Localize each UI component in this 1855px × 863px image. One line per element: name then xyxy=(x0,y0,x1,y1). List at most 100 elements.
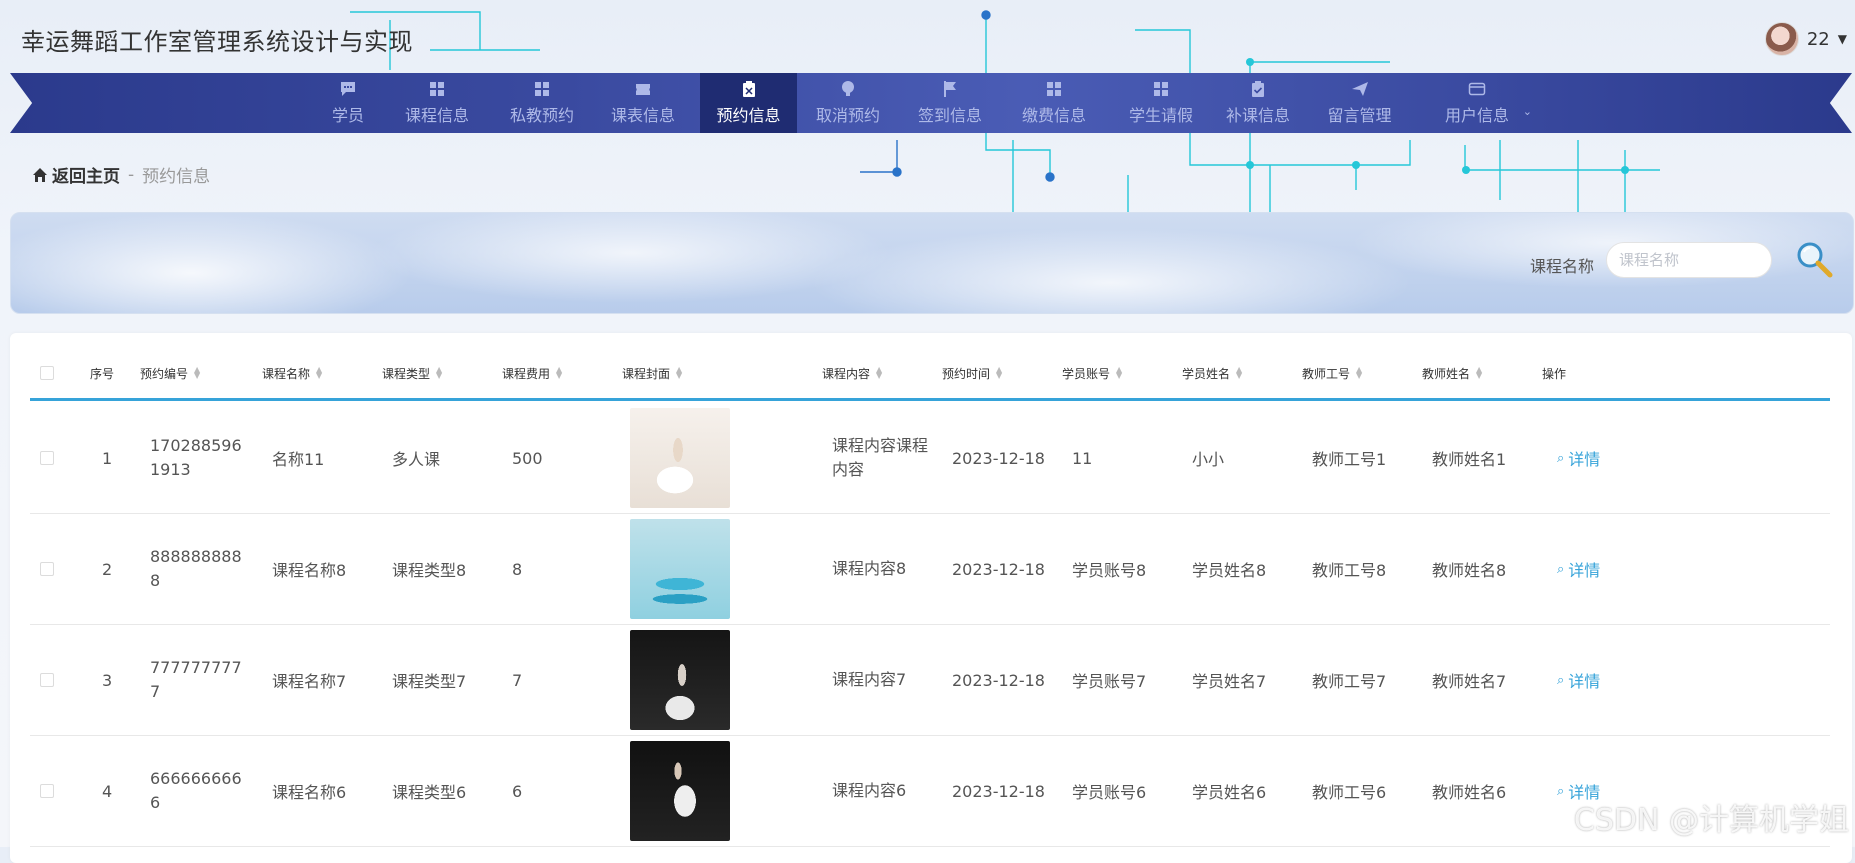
column-header-5[interactable]: 课程费用 ▲ ▼ xyxy=(502,348,562,398)
cell-student-account: 学员账号7 xyxy=(1072,672,1147,691)
search-icon[interactable] xyxy=(1793,238,1835,280)
ticket-icon xyxy=(634,80,652,98)
home-icon xyxy=(33,167,47,182)
row-checkbox[interactable] xyxy=(40,784,54,798)
nav-item-label: 取消预约 xyxy=(815,106,880,125)
nav-item-label: 课程信息 xyxy=(404,106,469,125)
user-avatar[interactable] xyxy=(1764,22,1799,56)
nav-item-label: 补课信息 xyxy=(1225,106,1290,125)
nav-item-5[interactable]: 预约信息 xyxy=(700,73,797,133)
nav-item-7[interactable]: 签到信息 xyxy=(905,73,995,133)
watermark: CSDN @计算机学姐 xyxy=(1573,803,1849,838)
cell-teacher-name: 教师姓名8 xyxy=(1432,561,1507,580)
sort-icon[interactable]: ▲ ▼ xyxy=(316,366,322,380)
sort-icon[interactable]: ▲ ▼ xyxy=(194,366,200,380)
nav-item-label: 缴费信息 xyxy=(1021,106,1086,125)
nav-item-3[interactable]: 私教预约 xyxy=(497,73,587,133)
column-header-label: 学员姓名 xyxy=(1182,366,1231,381)
column-header-7[interactable]: 课程内容 ▲ ▼ xyxy=(822,348,882,398)
column-header-6[interactable]: 课程封面 ▲ ▼ xyxy=(622,348,682,398)
column-header-label: 学员账号 xyxy=(1062,366,1111,381)
cell-index: 1 xyxy=(102,448,113,468)
cell-teacher-id: 教师工号8 xyxy=(1312,561,1387,580)
user-name[interactable]: 22 xyxy=(1807,29,1830,50)
nav-item-8[interactable]: 缴费信息 xyxy=(1009,73,1099,133)
clipboard-check-icon xyxy=(1249,80,1267,98)
cell-fee: 8 xyxy=(512,559,523,579)
cell-index: 3 xyxy=(102,670,113,690)
course-cover-image[interactable] xyxy=(630,408,730,508)
column-header-8[interactable]: 预约时间 ▲ ▼ xyxy=(942,348,1002,398)
search-banner: 课程名称 xyxy=(10,212,1854,314)
column-header-11[interactable]: 教师工号 ▲ ▼ xyxy=(1302,348,1362,398)
cell-course-type: 多人课 xyxy=(392,450,441,469)
column-header-2[interactable]: 预约编号 ▲ ▼ xyxy=(140,348,200,398)
flag-icon xyxy=(941,80,959,98)
nav-item-9[interactable]: 学生请假 xyxy=(1116,73,1206,133)
cell-teacher-name: 教师姓名7 xyxy=(1432,672,1507,691)
course-name-search-input[interactable] xyxy=(1606,242,1772,278)
sort-icon[interactable]: ▲ ▼ xyxy=(1476,366,1482,380)
detail-button[interactable]: ⌕ 详情 xyxy=(1557,668,1600,692)
nav-item-11[interactable]: 留言管理 xyxy=(1312,73,1407,133)
cell-time: 2023-12-18 xyxy=(952,559,1045,579)
row-checkbox[interactable] xyxy=(40,451,54,465)
nav-item-label: 学员 xyxy=(331,106,364,125)
detail-label: 详情 xyxy=(1568,561,1601,580)
detail-icon: ⌕ xyxy=(1557,561,1565,577)
column-header-3[interactable]: 课程名称 ▲ ▼ xyxy=(262,348,322,398)
nav-item-12[interactable]: 用户信息 ⌄ xyxy=(1416,73,1538,133)
cell-content: 课程内容课程内容 xyxy=(832,436,929,479)
course-cover-image[interactable] xyxy=(630,630,730,730)
column-header-9[interactable]: 学员账号 ▲ ▼ xyxy=(1062,348,1122,398)
column-header-label: 课程封面 xyxy=(622,366,671,381)
main-nav: 学员 课程信息 私教预约 课表信息 预约信息 取消预约 签到信息 缴费信息 学生请假 补课信息 留言… xyxy=(10,73,1852,133)
course-cover-image[interactable] xyxy=(630,741,730,841)
cell-student-account: 学员账号6 xyxy=(1072,783,1147,802)
grid-icon xyxy=(533,80,551,98)
nav-item-6[interactable]: 取消预约 xyxy=(800,73,896,133)
cell-teacher-id: 教师工号1 xyxy=(1312,450,1387,469)
nav-item-2[interactable]: 课程信息 xyxy=(394,73,480,133)
sort-icon[interactable]: ▲ ▼ xyxy=(556,366,562,380)
detail-label: 详情 xyxy=(1568,672,1601,691)
sort-icon[interactable]: ▲ ▼ xyxy=(1356,366,1362,380)
table-row: 2 8888888888 课程名称8 课程类型8 8 课程内容8 2023-12-18 学员账… xyxy=(30,514,1830,625)
detail-button[interactable]: ⌕ 详情 xyxy=(1557,557,1600,581)
course-cover-cell xyxy=(630,514,740,624)
detail-label: 详情 xyxy=(1568,450,1601,469)
nav-item-4[interactable]: 课表信息 xyxy=(598,73,688,133)
sort-icon[interactable]: ▲ ▼ xyxy=(996,366,1002,380)
select-all-checkbox[interactable] xyxy=(40,366,54,380)
column-header-12[interactable]: 教师姓名 ▲ ▼ xyxy=(1422,348,1482,398)
column-header-4[interactable]: 课程类型 ▲ ▼ xyxy=(382,348,442,398)
breadcrumb-separator: - xyxy=(128,164,135,185)
course-cover-image[interactable] xyxy=(630,519,730,619)
cell-course-type: 课程类型7 xyxy=(392,672,467,691)
row-checkbox[interactable] xyxy=(40,673,54,687)
breadcrumb-home-label[interactable]: 返回主页 xyxy=(52,162,120,187)
column-header-label: 预约时间 xyxy=(942,366,991,381)
caret-down-icon[interactable]: ▼ xyxy=(1838,32,1847,46)
nav-item-label: 课表信息 xyxy=(610,106,675,125)
nav-item-1[interactable]: 学员 xyxy=(308,73,388,133)
column-header-label: 教师工号 xyxy=(1302,366,1351,381)
sort-icon[interactable]: ▲ ▼ xyxy=(1116,366,1122,380)
sort-icon[interactable]: ▲ ▼ xyxy=(876,366,882,380)
row-checkbox[interactable] xyxy=(40,562,54,576)
column-header-10[interactable]: 学员姓名 ▲ ▼ xyxy=(1182,348,1242,398)
sort-icon[interactable]: ▲ ▼ xyxy=(436,366,442,380)
column-header-label: 序号 xyxy=(90,366,115,381)
user-menu[interactable]: 22 ▼ xyxy=(1764,22,1847,56)
sort-icon[interactable]: ▲ ▼ xyxy=(1236,366,1242,380)
chat-icon xyxy=(339,80,357,98)
sort-icon[interactable]: ▲ ▼ xyxy=(676,366,682,380)
breadcrumb-home[interactable]: 返回主页 xyxy=(32,162,120,187)
search-label: 课程名称 xyxy=(1530,257,1595,276)
nav-item-label: 预约信息 xyxy=(716,106,781,125)
cell-index: 2 xyxy=(102,559,113,579)
nav-item-10[interactable]: 补课信息 xyxy=(1213,73,1303,133)
detail-button[interactable]: ⌕ 详情 xyxy=(1557,446,1600,470)
cell-teacher-name: 教师姓名6 xyxy=(1432,783,1507,802)
column-header-label: 课程内容 xyxy=(822,366,871,381)
